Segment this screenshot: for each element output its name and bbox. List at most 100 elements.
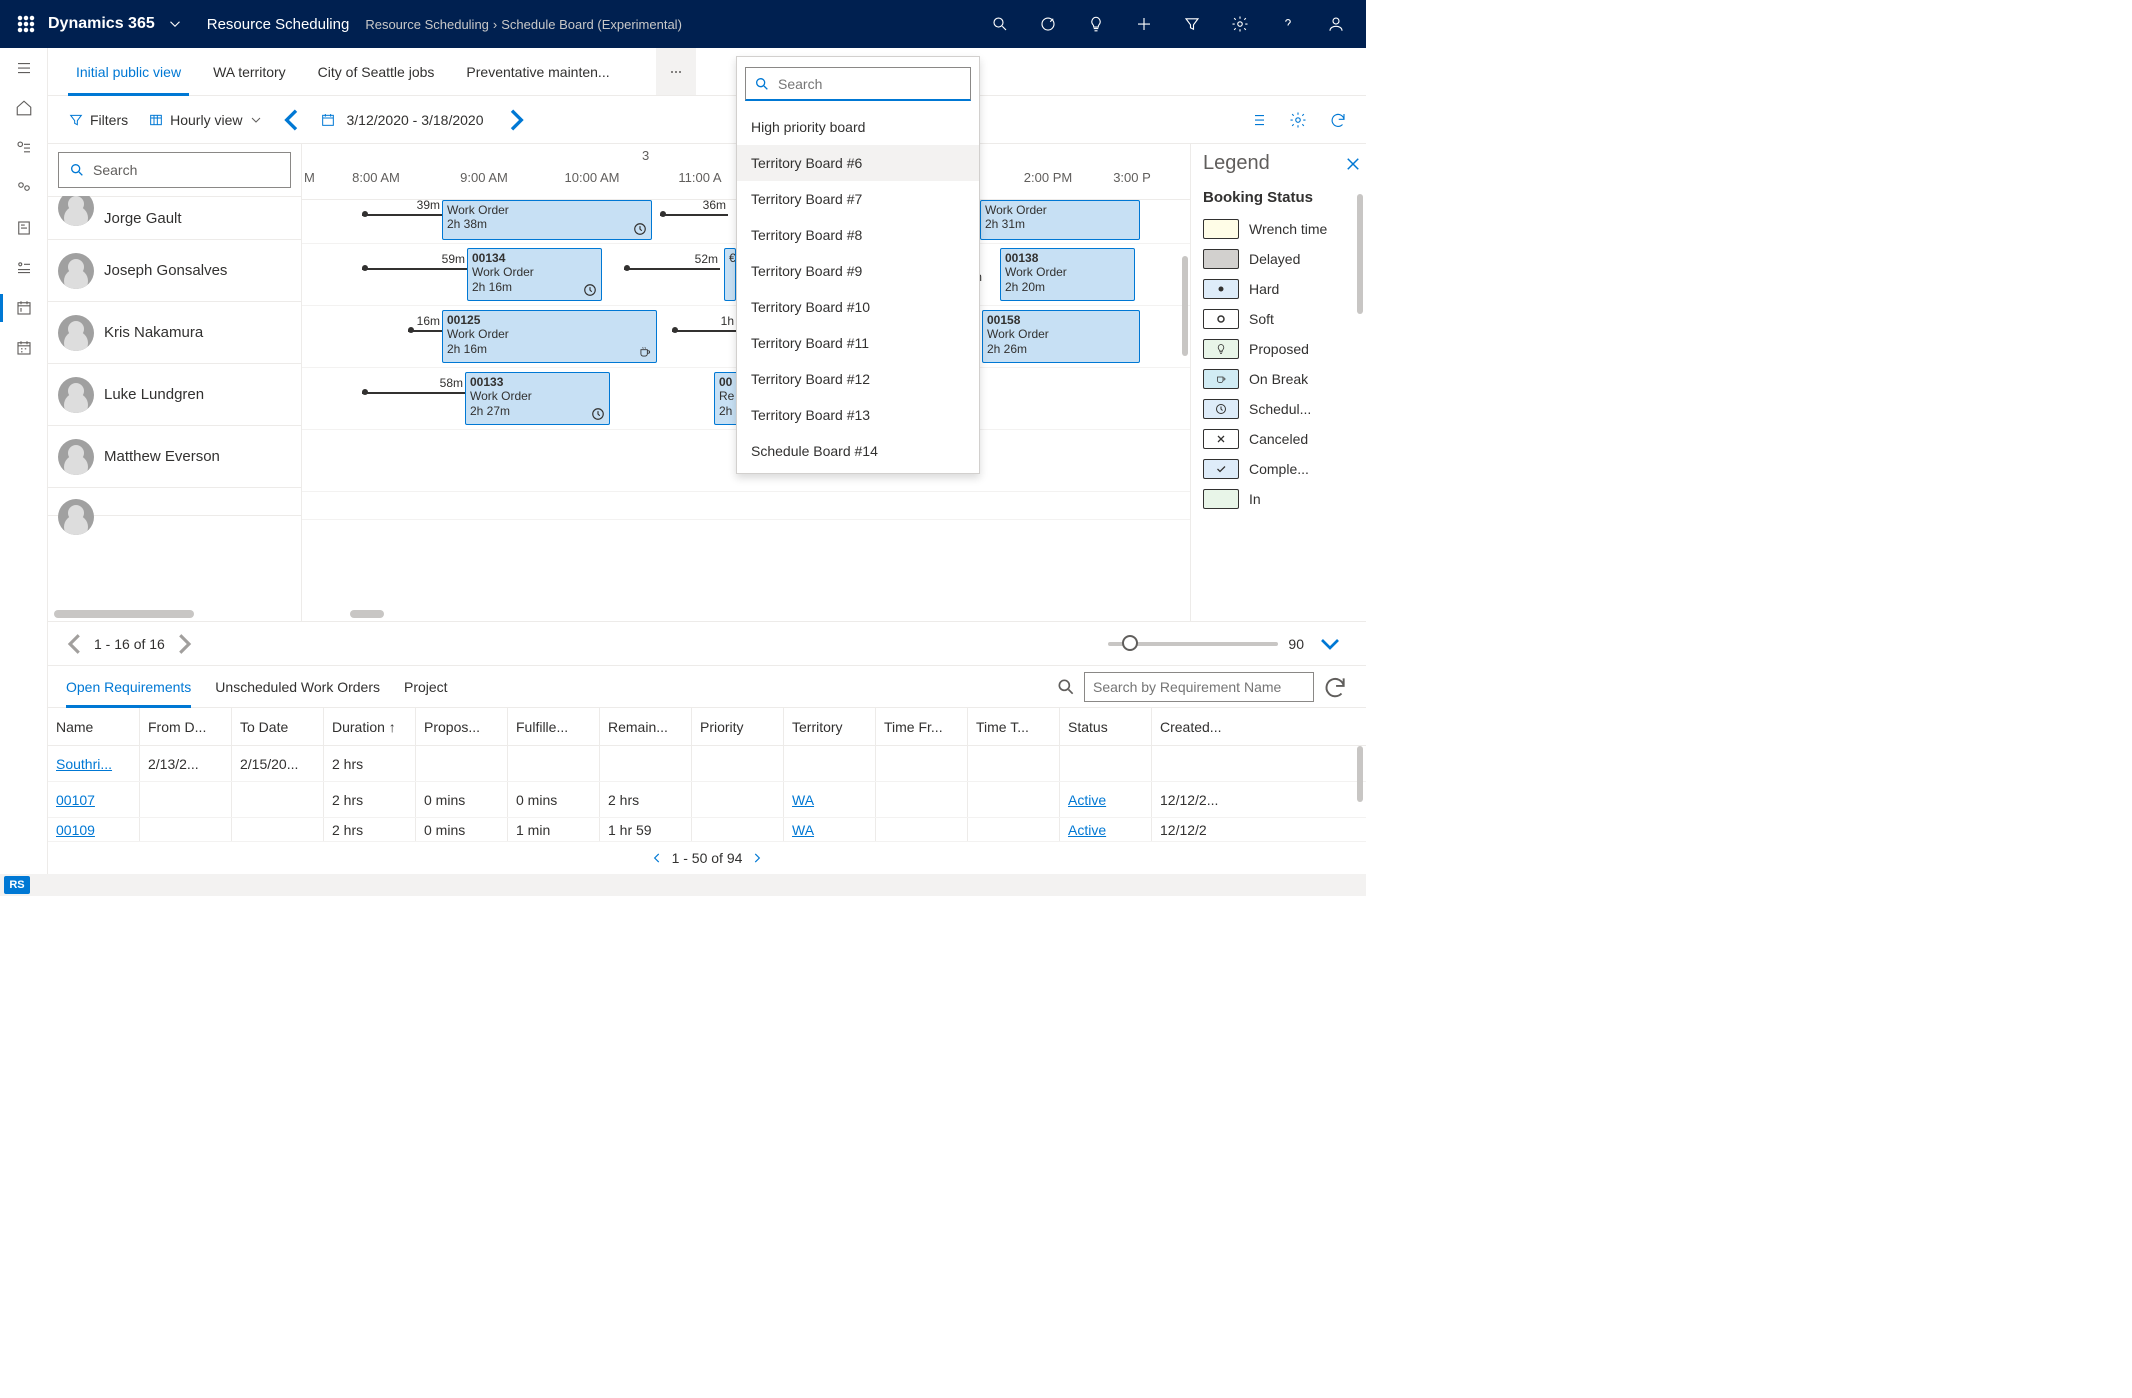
link[interactable]: Active bbox=[1068, 792, 1106, 808]
col-time-to[interactable]: Time T... bbox=[968, 708, 1060, 745]
refresh-icon[interactable] bbox=[1322, 104, 1354, 136]
zoom-slider[interactable] bbox=[1108, 642, 1278, 646]
link[interactable]: WA bbox=[792, 822, 814, 838]
col-status[interactable]: Status bbox=[1060, 708, 1152, 745]
tab-open-requirements[interactable]: Open Requirements bbox=[66, 666, 191, 707]
resource-row[interactable]: Joseph Gonsalves bbox=[48, 240, 301, 302]
col-territory[interactable]: Territory bbox=[784, 708, 876, 745]
document-icon[interactable] bbox=[0, 208, 48, 248]
col-time-from[interactable]: Time Fr... bbox=[876, 708, 968, 745]
resource-row[interactable]: Jorge Gault bbox=[48, 196, 301, 240]
filter-icon[interactable] bbox=[1170, 0, 1214, 48]
link[interactable]: WA bbox=[792, 792, 814, 808]
col-name[interactable]: Name bbox=[48, 708, 140, 745]
settings-gear-icon[interactable] bbox=[1218, 0, 1262, 48]
resource-row[interactable]: Kris Nakamura bbox=[48, 302, 301, 364]
board-picker-item[interactable]: Territory Board #11 bbox=[737, 325, 979, 361]
calendar-icon[interactable] bbox=[320, 112, 336, 128]
tab-unscheduled-work-orders[interactable]: Unscheduled Work Orders bbox=[215, 666, 380, 707]
col-priority[interactable]: Priority bbox=[692, 708, 784, 745]
link[interactable]: Southri... bbox=[56, 756, 112, 772]
lightbulb-icon[interactable] bbox=[1074, 0, 1118, 48]
requirements-search-input[interactable] bbox=[1084, 672, 1314, 702]
legend-vscroll[interactable] bbox=[1356, 194, 1364, 611]
breadcrumb-item[interactable]: Schedule Board (Experimental) bbox=[501, 17, 682, 32]
calendar-day-icon[interactable] bbox=[0, 288, 48, 328]
area-name[interactable]: Resource Scheduling bbox=[199, 16, 358, 33]
booking[interactable]: 00134 Work Order 2h 16m bbox=[467, 248, 602, 301]
filters-button[interactable]: Filters bbox=[60, 104, 136, 136]
list-view-icon[interactable] bbox=[1242, 104, 1274, 136]
resource-row-partial[interactable] bbox=[48, 488, 301, 516]
timeline-hscroll[interactable] bbox=[302, 607, 1190, 621]
search-icon[interactable] bbox=[1056, 677, 1076, 697]
board-picker-item[interactable]: High priority board bbox=[737, 109, 979, 145]
booking[interactable]: 00158 Work Order 2h 26m bbox=[982, 310, 1140, 363]
col-from-date[interactable]: From D... bbox=[140, 708, 232, 745]
board-picker-item[interactable]: Territory Board #7 bbox=[737, 181, 979, 217]
col-proposed[interactable]: Propos... bbox=[416, 708, 508, 745]
booking[interactable]: Work Order 2h 31m bbox=[980, 200, 1140, 240]
booking[interactable]: 00138 Work Order 2h 20m bbox=[1000, 248, 1135, 301]
panel-chevron-down-icon[interactable] bbox=[1314, 628, 1346, 660]
page-prev-button[interactable] bbox=[650, 851, 664, 865]
col-duration[interactable]: Duration ↑ bbox=[324, 708, 416, 745]
tab-city-of-seattle[interactable]: City of Seattle jobs bbox=[302, 48, 451, 95]
refresh-icon[interactable] bbox=[1322, 674, 1348, 700]
calendar-month-icon[interactable] bbox=[0, 328, 48, 368]
search-icon[interactable] bbox=[978, 0, 1022, 48]
timeline-vscroll[interactable] bbox=[1180, 200, 1190, 607]
table-row[interactable]: 001072 hrs0 mins0 mins2 hrsWAActive12/12… bbox=[48, 782, 1366, 818]
tab-initial-public-view[interactable]: Initial public view bbox=[60, 48, 197, 95]
col-created[interactable]: Created... bbox=[1152, 708, 1244, 745]
col-to-date[interactable]: To Date bbox=[232, 708, 324, 745]
link[interactable]: Active bbox=[1068, 822, 1106, 838]
date-range[interactable]: 3/12/2020 - 3/18/2020 bbox=[342, 112, 487, 128]
table-row[interactable]: Southri...2/13/2...2/15/20...2 hrs bbox=[48, 746, 1366, 782]
breadcrumb-item[interactable]: Resource Scheduling bbox=[365, 17, 489, 32]
col-remaining[interactable]: Remain... bbox=[600, 708, 692, 745]
view-mode-button[interactable]: Hourly view bbox=[140, 104, 272, 136]
link[interactable]: 00109 bbox=[56, 822, 95, 838]
tab-preventative-mainten[interactable]: Preventative mainten... bbox=[450, 48, 625, 95]
board-picker-item[interactable]: Territory Board #12 bbox=[737, 361, 979, 397]
home-icon[interactable] bbox=[0, 88, 48, 128]
board-picker-item[interactable]: Territory Board #6 bbox=[737, 145, 979, 181]
booking[interactable]: 00125 Work Order 2h 16m bbox=[442, 310, 657, 363]
tab-wa-territory[interactable]: WA territory bbox=[197, 48, 302, 95]
app-badge[interactable]: RS bbox=[4, 876, 30, 894]
brand-name[interactable]: Dynamics 365 bbox=[44, 15, 163, 33]
people-pair-icon[interactable] bbox=[0, 168, 48, 208]
assistant-icon[interactable] bbox=[1026, 0, 1070, 48]
resource-hscroll[interactable] bbox=[48, 607, 301, 621]
page-next-button[interactable] bbox=[169, 629, 199, 659]
resource-search-input[interactable]: Search bbox=[58, 152, 291, 188]
more-tabs-button[interactable] bbox=[656, 48, 696, 95]
people-list-icon[interactable] bbox=[0, 128, 48, 168]
board-picker-item[interactable]: Territory Board #9 bbox=[737, 253, 979, 289]
page-prev-button[interactable] bbox=[60, 629, 90, 659]
page-next-button[interactable] bbox=[750, 851, 764, 865]
board-settings-gear-icon[interactable] bbox=[1282, 104, 1314, 136]
close-icon[interactable] bbox=[1344, 155, 1362, 173]
col-fulfilled[interactable]: Fulfille... bbox=[508, 708, 600, 745]
board-picker-item[interactable]: Territory Board #13 bbox=[737, 397, 979, 433]
board-picker-item[interactable]: Schedule Board #14 bbox=[737, 433, 979, 469]
resource-row[interactable]: Matthew Everson bbox=[48, 426, 301, 488]
people-rows-icon[interactable] bbox=[0, 248, 48, 288]
board-search-input[interactable] bbox=[745, 67, 971, 101]
requirements-vscroll[interactable] bbox=[1356, 746, 1364, 842]
hamburger-icon[interactable] bbox=[0, 48, 48, 88]
next-date-button[interactable] bbox=[500, 104, 532, 136]
table-row[interactable]: 001092 hrs0 mins1 min1 hr 59WAActive12/1… bbox=[48, 818, 1366, 842]
prev-date-button[interactable] bbox=[276, 104, 308, 136]
help-icon[interactable] bbox=[1266, 0, 1310, 48]
user-icon[interactable] bbox=[1314, 0, 1358, 48]
booking[interactable]: € bbox=[724, 248, 736, 301]
board-search-field[interactable] bbox=[776, 75, 962, 93]
link[interactable]: 00107 bbox=[56, 792, 95, 808]
brand-chevron-down-icon[interactable] bbox=[163, 12, 187, 36]
board-picker-item[interactable]: Territory Board #10 bbox=[737, 289, 979, 325]
tab-project[interactable]: Project bbox=[404, 666, 448, 707]
board-picker-item[interactable]: Territory Board #8 bbox=[737, 217, 979, 253]
